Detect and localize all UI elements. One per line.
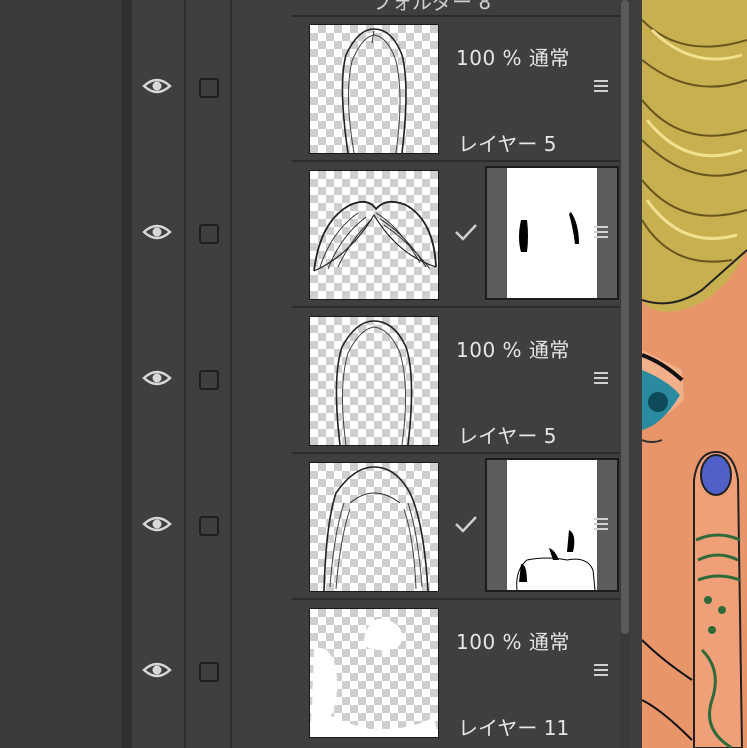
checkbox-icon[interactable] (199, 224, 219, 244)
layer-row[interactable] (132, 162, 620, 308)
scrollbar-thumb[interactable] (621, 0, 629, 634)
canvas-artwork[interactable] (642, 0, 747, 748)
checkmark-icon[interactable] (454, 514, 478, 534)
eye-icon[interactable] (142, 660, 172, 680)
layer-row[interactable]: 100 % 通常 レイヤー 11 (132, 600, 620, 746)
panel-edge (122, 0, 132, 748)
layer-row[interactable]: 100 % 通常 レイヤー 5 (132, 16, 620, 162)
blend-opacity-label[interactable]: 100 % 通常 (456, 334, 570, 363)
blend-opacity-label[interactable]: 100 % 通常 (456, 626, 570, 655)
checkbox-icon[interactable] (199, 370, 219, 390)
layer-thumbnail[interactable] (309, 316, 439, 446)
layer-row[interactable]: 100 % 通常 レイヤー 5 (132, 308, 620, 454)
white-blob-drawing (310, 618, 438, 737)
eye-icon[interactable] (142, 368, 172, 388)
blend-opacity-label[interactable]: 100 % 通常 (456, 42, 570, 71)
mask-strokes (516, 530, 596, 590)
hair-outline-drawing (341, 28, 407, 153)
layer-thumbnail[interactable] (309, 170, 439, 300)
checkbox-icon[interactable] (199, 78, 219, 98)
layer-thumbnail[interactable] (309, 608, 439, 738)
checkbox-icon[interactable] (199, 662, 219, 682)
checkbox-icon[interactable] (199, 516, 219, 536)
layer-name[interactable]: レイヤー 5 (458, 128, 556, 157)
folder-header-label: フォルダー 8 (372, 0, 492, 14)
hair-bangs-drawing (313, 200, 437, 272)
layer-thumbnail[interactable] (309, 462, 439, 592)
hamburger-icon[interactable] (594, 518, 608, 532)
hamburger-icon[interactable] (594, 80, 608, 94)
layer-name[interactable]: レイヤー 5 (458, 420, 556, 449)
mask-strokes (519, 212, 579, 252)
hair-long-drawing (323, 466, 429, 591)
checkmark-icon[interactable] (454, 222, 478, 242)
layer-row[interactable] (132, 454, 620, 600)
left-background (0, 0, 122, 748)
illustration (642, 0, 747, 748)
hamburger-icon[interactable] (594, 226, 608, 240)
eye-icon[interactable] (142, 76, 172, 96)
eye-icon[interactable] (142, 222, 172, 242)
layer-thumbnail[interactable] (309, 24, 439, 154)
hamburger-icon[interactable] (594, 372, 608, 386)
folder-header[interactable]: フォルダー 8 (292, 0, 620, 17)
hair-outline-drawing (335, 320, 413, 445)
hamburger-icon[interactable] (594, 664, 608, 678)
eye-icon[interactable] (142, 514, 172, 534)
layer-name[interactable]: レイヤー 11 (458, 712, 569, 741)
